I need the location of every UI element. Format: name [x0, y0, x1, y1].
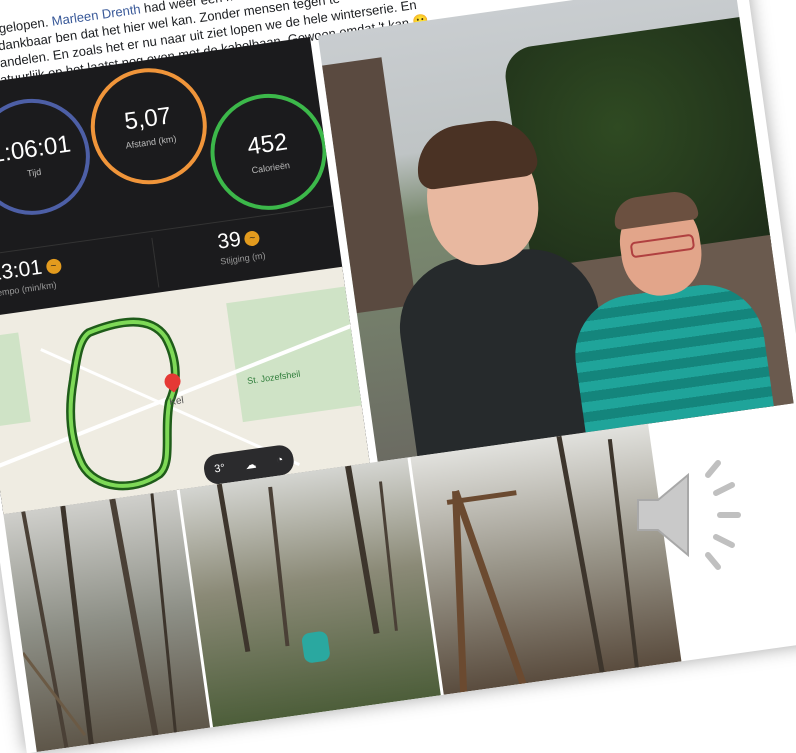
- calories-label: Calorieën: [250, 160, 291, 176]
- pace-stat: 13:01 ~ Tempo (min/km): [0, 253, 64, 299]
- stats-divider: [151, 237, 160, 288]
- pace-value: 13:01: [0, 255, 44, 286]
- distance-value: 5,07: [122, 102, 173, 136]
- time-ring: 1:06:01 Tijd: [0, 91, 98, 223]
- map-park-area: [226, 286, 362, 423]
- forest-trees-svg: [216, 465, 398, 653]
- distance-label: Afstand (km): [125, 133, 177, 151]
- forest-photo-2[interactable]: [179, 457, 441, 728]
- forest-trees-svg: [21, 493, 177, 749]
- weather-temp: 3°: [213, 462, 226, 476]
- time-value: 1:06:01: [0, 130, 73, 169]
- climb-stat: 39 ~ Stijging (m): [216, 225, 266, 267]
- forest-photo-1[interactable]: [3, 489, 211, 752]
- calories-value: 452: [245, 128, 290, 161]
- photo-person-right: [555, 188, 780, 462]
- social-post: is gelopen. Marleen Drenth had weer een …: [0, 0, 796, 753]
- distance-ring: 5,07 Afstand (km): [83, 60, 215, 192]
- calories-ring: 452 Calorieën: [203, 86, 335, 218]
- photo-person-zipline: [300, 630, 331, 664]
- map-forest-area: [0, 332, 31, 428]
- speaker-icon[interactable]: [628, 455, 758, 575]
- time-label: Tijd: [26, 166, 42, 179]
- pulse-icon: ~: [243, 229, 261, 247]
- wind-icon: ◔: [275, 453, 285, 467]
- map-label-town: Kel: [168, 395, 185, 409]
- pulse-icon: ~: [44, 257, 62, 275]
- activity-summary-image[interactable]: 1:06:01 Tijd 5,07 Afstand (km) 452 Calor…: [0, 36, 370, 515]
- climb-value: 39: [216, 227, 243, 254]
- selfie-photo[interactable]: [317, 0, 794, 462]
- cloud-icon: ☁: [244, 458, 258, 472]
